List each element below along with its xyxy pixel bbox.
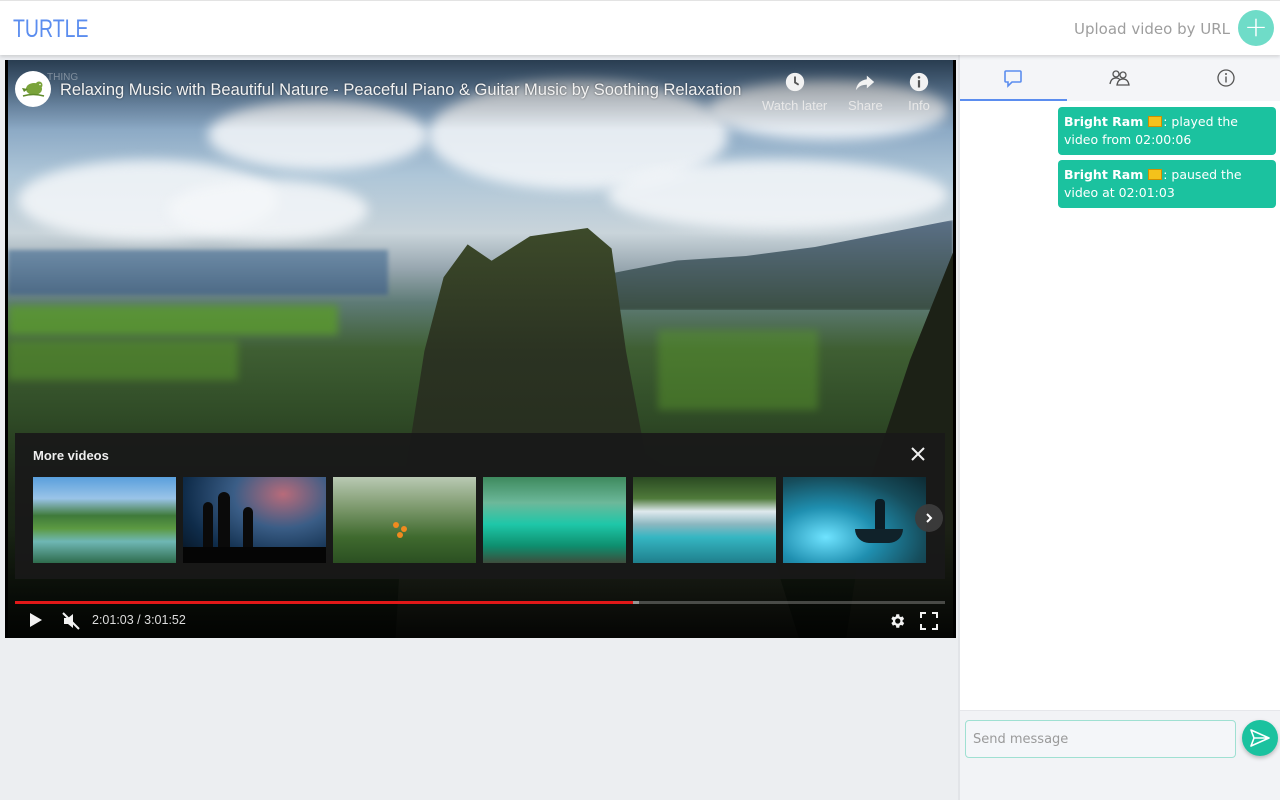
bird-logo-icon [22, 81, 45, 97]
more-videos-panel: More videos [15, 433, 945, 579]
chat-message: Bright Ram : played the video from 02:00… [1058, 107, 1276, 155]
time-display: 2:01:03 / 3:01:52 [92, 613, 186, 627]
users-icon [1109, 70, 1130, 86]
video-thumbnail[interactable] [483, 477, 626, 563]
crown-icon [1148, 116, 1163, 127]
send-button[interactable] [1242, 720, 1278, 756]
info-icon [909, 72, 929, 92]
channel-logo[interactable] [15, 71, 51, 107]
tab-chat[interactable] [960, 55, 1067, 101]
video-thumbnail[interactable] [183, 477, 326, 563]
chat-messages: Bright Ram : played the video from 02:00… [1058, 107, 1276, 208]
settings-gear-icon[interactable] [888, 612, 906, 630]
sidebar-tabs [960, 55, 1280, 101]
upload-video-label[interactable]: Upload video by URL [1074, 20, 1230, 38]
tab-users[interactable] [1067, 55, 1174, 101]
play-icon[interactable] [26, 611, 44, 629]
send-icon [1250, 729, 1270, 747]
progress-buffered [632, 601, 639, 604]
info-button[interactable]: Info [908, 71, 930, 113]
video-title[interactable]: Relaxing Music with Beautiful Nature - P… [60, 81, 741, 100]
chat-bubble-icon [1004, 70, 1023, 88]
upload-video-button[interactable]: + [1238, 10, 1274, 46]
sidebar: Bright Ram : played the video from 02:00… [958, 55, 1280, 800]
chat-message: Bright Ram : paused the video at 02:01:0… [1058, 160, 1276, 208]
video-thumbnail[interactable] [333, 477, 476, 563]
message-composer [960, 710, 1280, 800]
seek-bar[interactable] [15, 601, 945, 604]
crown-icon [1148, 169, 1163, 180]
share-label: Share [848, 98, 883, 113]
tab-info[interactable] [1173, 55, 1280, 101]
watch-later-label: Watch later [762, 98, 828, 113]
progress-played [15, 601, 633, 604]
video-thumbnail[interactable] [783, 477, 926, 563]
more-videos-title: More videos [33, 448, 109, 463]
video-thumbnail[interactable] [633, 477, 776, 563]
plus-icon: + [1244, 10, 1268, 43]
chevron-right-icon [926, 513, 933, 523]
message-input[interactable] [965, 720, 1236, 758]
next-thumbnails-button[interactable] [915, 504, 943, 532]
top-bar: TURTLE Upload video by URL + [0, 0, 1280, 55]
info-icon [1217, 69, 1236, 87]
share-button[interactable]: Share [848, 71, 883, 113]
message-username: Bright Ram [1064, 114, 1144, 129]
watch-later-button[interactable]: Watch later [762, 71, 827, 113]
message-username: Bright Ram [1064, 167, 1144, 182]
share-arrow-icon [856, 75, 875, 91]
fullscreen-icon[interactable] [920, 612, 938, 630]
info-label: Info [908, 98, 930, 113]
video-player[interactable]: THING Relaxing Music with Beautiful Natu… [5, 60, 956, 638]
close-icon[interactable] [909, 445, 927, 463]
muted-volume-icon[interactable] [61, 611, 81, 631]
app-logo[interactable]: TURTLE [13, 15, 88, 44]
clock-icon [785, 72, 804, 92]
video-thumbnail[interactable] [33, 477, 176, 563]
